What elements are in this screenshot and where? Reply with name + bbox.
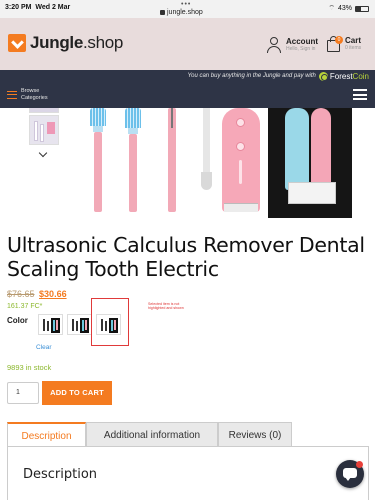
stock-status: 9893 in stock bbox=[7, 363, 52, 372]
cart-icon: 0 bbox=[327, 36, 343, 52]
cart-label: Cart bbox=[345, 36, 362, 45]
forestcoin-price: 161.37 FC* bbox=[7, 303, 43, 310]
color-label: Color bbox=[7, 316, 28, 325]
thumbnail-1[interactable] bbox=[29, 108, 59, 113]
packaging-insert bbox=[288, 182, 336, 204]
tab-dots[interactable]: ••• bbox=[181, 1, 191, 8]
sale-price: $30.66 bbox=[39, 289, 67, 299]
device-blue bbox=[285, 108, 309, 190]
lock-icon bbox=[160, 9, 165, 15]
quantity-input[interactable]: 1 bbox=[7, 382, 39, 404]
add-to-cart-button[interactable]: ADD TO CART bbox=[42, 381, 112, 405]
address-bar[interactable]: jungle.shop bbox=[160, 9, 203, 16]
selected-note: Selected item is not highlighted and sho… bbox=[148, 302, 184, 311]
battery-icon bbox=[355, 5, 369, 12]
device-body bbox=[222, 108, 260, 212]
chevron-down-icon[interactable] bbox=[38, 148, 48, 158]
browse-label: Browse Categories bbox=[21, 87, 48, 101]
cart-sub: 0 items bbox=[345, 45, 362, 51]
device-pink bbox=[311, 108, 331, 186]
tab-additional-information[interactable]: Additional information bbox=[86, 422, 218, 447]
site-header: Jungle.shop Account Hello, Sign in 0 Car… bbox=[0, 18, 375, 70]
status-time: 3:20 PM Wed 2 Mar bbox=[5, 4, 71, 11]
cart-link[interactable]: 0 Cart 0 items bbox=[327, 36, 361, 52]
status-right: ⌔ 43% bbox=[328, 4, 369, 13]
thumbnail-gallery bbox=[25, 108, 65, 160]
product-main-image[interactable] bbox=[80, 108, 370, 218]
browse-categories-button[interactable]: Browse Categories bbox=[0, 81, 62, 108]
promo-banner: You can buy anything in the Jungle and p… bbox=[187, 71, 369, 81]
chat-icon bbox=[343, 468, 357, 481]
logo-icon bbox=[8, 34, 26, 52]
brush-head-1 bbox=[90, 108, 106, 212]
forestcoin-logo: ForestCoin bbox=[329, 71, 369, 81]
color-swatch-1[interactable] bbox=[38, 314, 63, 335]
description-heading: Description bbox=[23, 467, 98, 482]
forestcoin-icon bbox=[318, 71, 328, 81]
account-label: Account bbox=[286, 37, 318, 46]
clear-link[interactable]: Clear bbox=[36, 344, 52, 351]
thumbnail-2[interactable] bbox=[29, 115, 59, 145]
tab-reviews[interactable]: Reviews (0) bbox=[218, 422, 292, 447]
selection-highlight bbox=[91, 298, 129, 346]
brush-head-2 bbox=[125, 108, 141, 212]
notification-dot bbox=[356, 461, 363, 468]
menu-icon bbox=[7, 90, 17, 99]
site-logo[interactable]: Jungle.shop bbox=[8, 33, 123, 53]
old-price: $76.65 bbox=[7, 289, 35, 299]
price-row: $76.65 $30.66 bbox=[7, 289, 67, 299]
promo-text: You can buy anything in the Jungle and p… bbox=[187, 73, 316, 79]
account-sub: Hello, Sign in bbox=[286, 46, 316, 52]
tab-description[interactable]: Description bbox=[7, 422, 86, 447]
account-link[interactable]: Account Hello, Sign in bbox=[266, 37, 318, 53]
navbar: You can buy anything in the Jungle and p… bbox=[0, 70, 375, 108]
wifi-icon: ⌔ bbox=[328, 5, 335, 12]
product-tabs: Description Additional information Revie… bbox=[7, 422, 369, 447]
battery-percent: 43% bbox=[337, 5, 352, 12]
chat-button[interactable] bbox=[336, 460, 364, 488]
status-bar: 3:20 PM Wed 2 Mar ••• jungle.shop ⌔ 43% bbox=[0, 0, 375, 18]
hamburger-icon[interactable] bbox=[353, 89, 367, 100]
user-icon bbox=[266, 37, 282, 53]
color-swatch-2[interactable] bbox=[67, 314, 92, 335]
description-panel: Description bbox=[7, 446, 369, 500]
cart-count-badge: 0 bbox=[335, 36, 343, 44]
logo-text: Jungle.shop bbox=[30, 33, 124, 52]
url-text: jungle.shop bbox=[167, 9, 203, 16]
scaler-tip bbox=[166, 108, 178, 212]
product-title: Ultrasonic Calculus Remover Dental Scali… bbox=[7, 233, 365, 281]
scaler-tool bbox=[201, 108, 212, 190]
